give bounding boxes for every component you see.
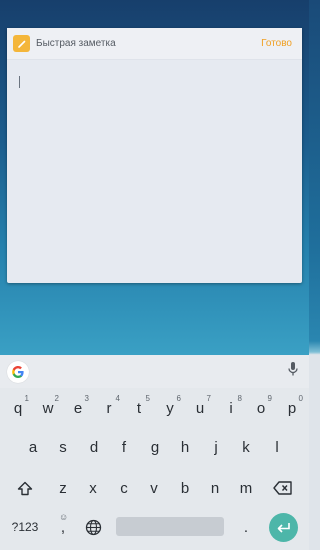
key-hint: 9	[267, 394, 272, 403]
key-hint: 3	[84, 394, 89, 403]
space-key[interactable]	[116, 517, 224, 536]
key-l[interactable]: l	[262, 432, 292, 462]
key-y[interactable]: y6	[155, 393, 185, 423]
note-title: Быстрая заметка	[36, 38, 116, 49]
emoji-icon: ☺	[59, 512, 69, 522]
key-g[interactable]: g	[140, 432, 170, 462]
period-key[interactable]: .	[231, 512, 261, 542]
done-button[interactable]: Готово	[261, 38, 292, 49]
keyboard: q1 w2 e3 r4 t5 y6 u7 i8 o9 p0 a s d f g …	[0, 355, 309, 550]
key-label: p	[287, 399, 297, 417]
key-hint: 4	[115, 394, 120, 403]
google-icon[interactable]	[7, 360, 29, 383]
microphone-icon[interactable]	[287, 361, 299, 382]
key-a[interactable]: a	[18, 432, 48, 462]
key-row-1: q1 w2 e3 r4 t5 y6 u7 i8 o9 p0	[0, 393, 309, 423]
globe-icon[interactable]	[78, 512, 108, 542]
comma-key[interactable]: , ☺	[48, 512, 78, 542]
key-m[interactable]: m	[231, 473, 261, 503]
key-row-3: z x c v b n m	[0, 473, 309, 503]
enter-icon[interactable]	[269, 513, 298, 542]
key-h[interactable]: h	[170, 432, 200, 462]
key-hint: 6	[176, 394, 181, 403]
suggestion-bar	[0, 355, 309, 388]
key-i[interactable]: i8	[216, 393, 246, 423]
key-hint: 1	[24, 394, 29, 403]
key-label: e	[73, 399, 83, 417]
text-caret	[19, 76, 20, 88]
key-hint: 8	[237, 394, 242, 403]
key-p[interactable]: p0	[277, 393, 307, 423]
key-hint: 2	[54, 394, 59, 403]
key-q[interactable]: q1	[3, 393, 33, 423]
key-label: y	[166, 399, 174, 417]
key-k[interactable]: k	[231, 432, 261, 462]
key-row-4: ?123 , ☺ .	[0, 512, 309, 542]
key-d[interactable]: d	[79, 432, 109, 462]
key-v[interactable]: v	[139, 473, 169, 503]
key-hint: 7	[206, 394, 211, 403]
key-label: q	[13, 399, 23, 417]
key-label: t	[136, 399, 142, 417]
key-label: o	[256, 399, 266, 417]
key-z[interactable]: z	[48, 473, 78, 503]
key-label: r	[106, 399, 112, 417]
key-j[interactable]: j	[201, 432, 231, 462]
backspace-icon[interactable]	[268, 473, 298, 503]
pencil-icon	[13, 35, 30, 52]
note-header: Быстрая заметка Готово	[7, 28, 302, 60]
key-hint: 0	[298, 394, 303, 403]
key-r[interactable]: r4	[94, 393, 124, 423]
shift-icon[interactable]	[10, 473, 40, 503]
key-hint: 5	[145, 394, 150, 403]
key-b[interactable]: b	[170, 473, 200, 503]
key-w[interactable]: w2	[33, 393, 63, 423]
key-label: u	[195, 399, 205, 417]
key-u[interactable]: u7	[185, 393, 215, 423]
key-row-2: a s d f g h j k l	[0, 432, 309, 462]
key-c[interactable]: c	[109, 473, 139, 503]
key-x[interactable]: x	[78, 473, 108, 503]
key-n[interactable]: n	[200, 473, 230, 503]
note-text-area[interactable]	[7, 60, 302, 282]
key-label: w	[42, 399, 54, 417]
symbols-key[interactable]: ?123	[8, 512, 42, 542]
key-label: i	[229, 399, 233, 417]
key-o[interactable]: o9	[246, 393, 276, 423]
key-f[interactable]: f	[109, 432, 139, 462]
key-t[interactable]: t5	[124, 393, 154, 423]
key-s[interactable]: s	[48, 432, 78, 462]
quick-note-card: Быстрая заметка Готово	[7, 28, 302, 283]
key-e[interactable]: e3	[63, 393, 93, 423]
